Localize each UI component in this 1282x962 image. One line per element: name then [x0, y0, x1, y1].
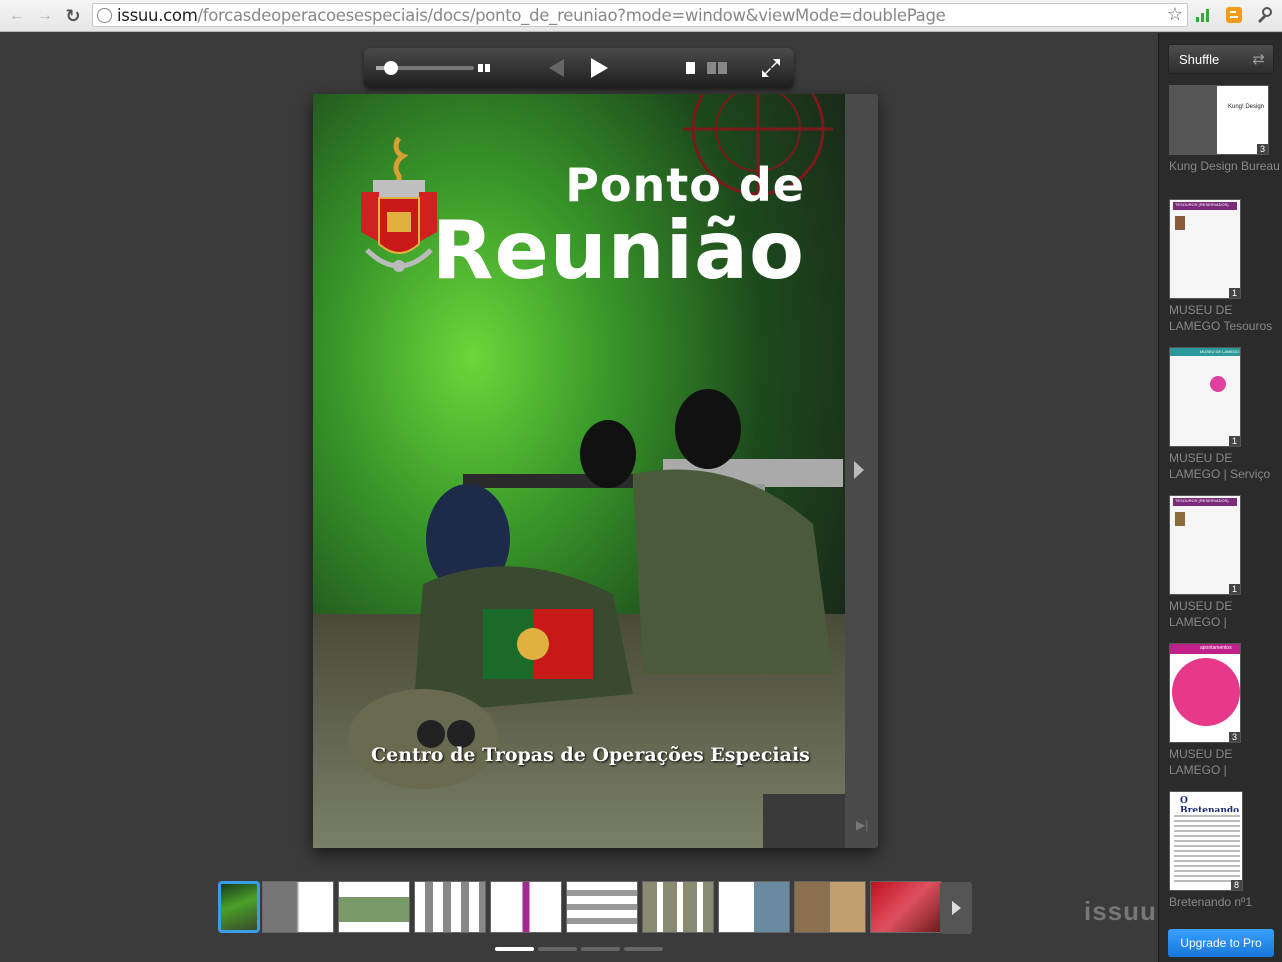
pager-dot[interactable]	[624, 947, 663, 951]
thumbnail-page-10-11[interactable]	[566, 881, 638, 933]
single-page-icon[interactable]	[684, 60, 698, 76]
page-count-badge: 3	[1228, 732, 1240, 742]
play-icon[interactable]	[588, 56, 610, 80]
related-thumbnail: TESOUROS (RESERVADOS) 1	[1169, 495, 1241, 595]
forward-icon[interactable]: →	[34, 5, 56, 27]
thumbnail-label: apontamentos	[1200, 645, 1232, 651]
bookmark-star-icon[interactable]: ☆	[1167, 4, 1183, 25]
page-count-badge: 3	[1256, 144, 1268, 154]
reload-icon[interactable]: ↻	[62, 5, 84, 27]
thumbnail-label: TESOUROS (RESERVADOS)	[1175, 202, 1229, 207]
thumbnail-page-12-13[interactable]	[642, 881, 714, 933]
page-count-badge: 8	[1230, 880, 1242, 890]
thumbnail-page-8-9[interactable]	[490, 881, 562, 933]
thumbnail-label: Kung! Design	[1228, 104, 1265, 110]
thumbnail-page-1[interactable]	[218, 881, 260, 933]
thumbnail-page-2-3[interactable]	[262, 881, 334, 933]
magazine-cover[interactable]: Ponto de Reunião Centro de Tropas de Ope…	[313, 94, 845, 848]
related-title: MUSEU DE LAMEGO |	[1169, 599, 1233, 629]
thumbnail-page-4-5[interactable]	[338, 881, 410, 933]
viewer-controls	[364, 48, 794, 88]
document-viewer: Ponto de Reunião Centro de Tropas de Ope…	[0, 33, 1158, 962]
pager-dot[interactable]	[495, 947, 534, 951]
related-title: MUSEU DE LAMEGO | Serviço	[1169, 451, 1271, 481]
page-thumbnail-strip	[218, 881, 948, 937]
thumbnail-next-button[interactable]	[940, 882, 972, 934]
related-title: Kung Design Bureau	[1169, 159, 1280, 173]
zoom-min-icon	[376, 66, 384, 70]
thumbnail-page-16-17[interactable]	[794, 881, 866, 933]
url-text: issuu.com/forcasdeoperacoesespeciais/doc…	[117, 6, 946, 25]
shuffle-label: Shuffle	[1179, 52, 1220, 67]
related-item[interactable]: Kung! Design 3 Kung Design Bureau	[1169, 85, 1281, 174]
grid-view-icon[interactable]	[478, 62, 492, 74]
double-page-icon[interactable]	[706, 60, 728, 76]
signal-extension-icon[interactable]	[1194, 6, 1212, 24]
zoom-slider[interactable]	[388, 66, 474, 70]
related-title: MUSEU DE LAMEGO Tesouros	[1169, 303, 1273, 333]
zoom-slider-knob[interactable]	[384, 61, 398, 75]
pager-dot[interactable]	[538, 947, 577, 951]
back-icon[interactable]: ←	[6, 5, 28, 27]
related-item[interactable]: O Bretenando 8 Bretenando nº1	[1169, 791, 1281, 910]
related-thumbnail: MUSEU DE LAMEGO 1	[1169, 347, 1241, 447]
shuffle-button[interactable]: Shuffle ⇄	[1168, 44, 1274, 74]
last-page-icon[interactable]: ▶|	[856, 818, 868, 832]
related-item[interactable]: MUSEU DE LAMEGO 1 MUSEU DE LAMEGO | Serv…	[1169, 347, 1281, 482]
pager-dot[interactable]	[581, 947, 620, 951]
thumbnail-page-6-7[interactable]	[414, 881, 486, 933]
related-thumbnail: TESOUROS (RESERVADOS) 1	[1169, 199, 1241, 299]
chevron-right-icon	[952, 901, 961, 915]
thumbnail-page-14-15[interactable]	[718, 881, 790, 933]
address-bar[interactable]: issuu.com/forcasdeoperacoesespeciais/doc…	[92, 3, 1188, 27]
related-thumbnail: O Bretenando 8	[1169, 791, 1243, 891]
next-page-arrow-icon[interactable]	[854, 461, 864, 479]
related-title: Bretenando nº1	[1169, 895, 1253, 909]
thumbnail-page-18-19[interactable]	[870, 881, 942, 933]
upgrade-to-pro-button[interactable]: Upgrade to Pro	[1168, 929, 1274, 957]
browser-toolbar: ← → ↻ issuu.com/forcasdeoperacoesespecia…	[0, 0, 1282, 32]
page-count-badge: 1	[1228, 436, 1240, 446]
shuffle-icon: ⇄	[1252, 51, 1265, 68]
page-count-badge: 1	[1228, 584, 1240, 594]
related-item[interactable]: apontamentos 3 MUSEU DE LAMEGO |	[1169, 643, 1281, 778]
wrench-icon[interactable]	[1255, 6, 1273, 24]
cover-subtitle: Centro de Tropas de Operações Especiais	[371, 744, 810, 766]
issuu-logo[interactable]: issuu	[1084, 896, 1157, 927]
related-item[interactable]: TESOUROS (RESERVADOS) 1 MUSEU DE LAMEGO …	[1169, 495, 1281, 630]
page-count-badge: 1	[1228, 288, 1240, 298]
previous-page-icon[interactable]	[546, 57, 568, 79]
blogger-extension-icon[interactable]	[1225, 6, 1243, 24]
thumbnail-label: TESOUROS (RESERVADOS)	[1175, 498, 1229, 503]
related-sidebar: Shuffle ⇄ Kung! Design 3 Kung Design Bur…	[1158, 33, 1282, 962]
fullscreen-icon[interactable]	[760, 57, 782, 79]
cover-title-line2: Reunião	[431, 204, 805, 297]
globe-icon	[97, 8, 112, 23]
thumbnail-label: MUSEU DE LAMEGO	[1200, 349, 1240, 354]
related-thumbnail: apontamentos 3	[1169, 643, 1241, 743]
related-item[interactable]: TESOUROS (RESERVADOS) 1 MUSEU DE LAMEGO …	[1169, 199, 1281, 334]
related-thumbnail: Kung! Design 3	[1169, 85, 1269, 155]
related-title: MUSEU DE LAMEGO |	[1169, 747, 1233, 777]
